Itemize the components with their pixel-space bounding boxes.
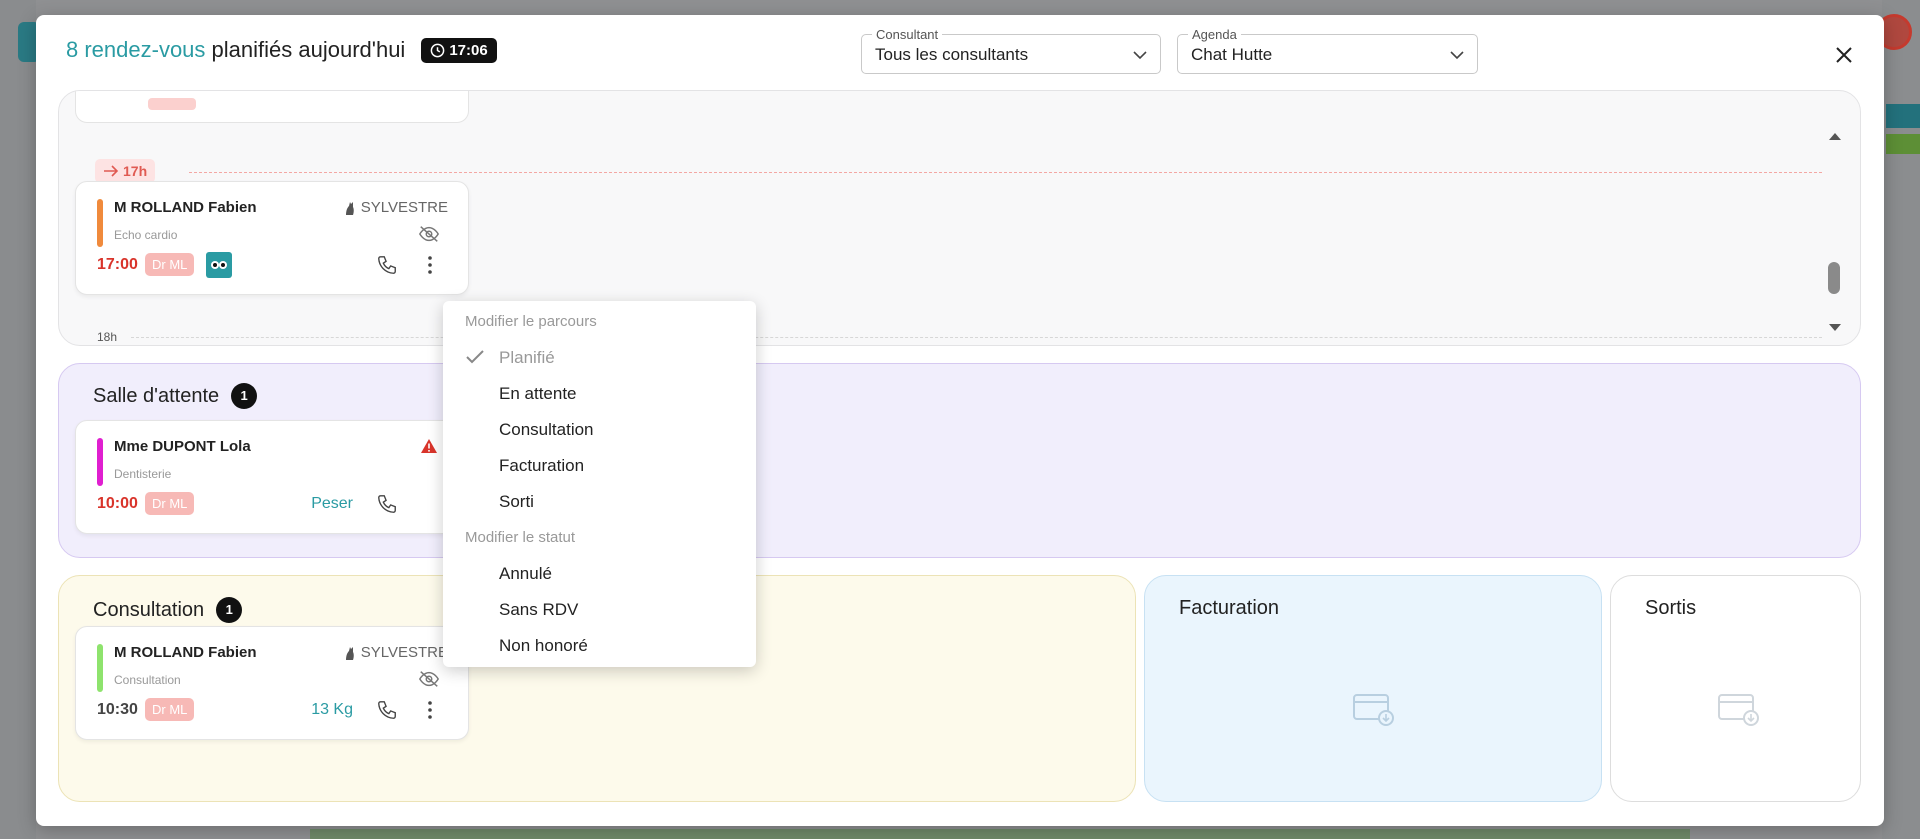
appointment-type: Consultation [114, 673, 181, 687]
doctor-badge: Dr ML [145, 492, 195, 515]
eye-off-icon[interactable] [418, 669, 440, 689]
more-vertical-icon[interactable] [426, 255, 434, 275]
more-vertical-icon[interactable] [426, 700, 434, 720]
appointment-time: 10:30 [97, 701, 138, 718]
agenda-label: Agenda [1188, 27, 1241, 42]
background-bottom-strip [310, 829, 1690, 839]
panel-title: Facturation [1179, 597, 1280, 619]
owner-name: SYLVESTRE [360, 644, 448, 661]
phone-icon[interactable] [376, 493, 398, 515]
daily-appointments-modal: 8 rendez-vous planifiés aujourd'hui 17:0… [36, 15, 1884, 826]
appointment-time: 17:00 [97, 256, 138, 273]
owner: SYLVESTRE [343, 199, 448, 216]
arrow-right-icon [104, 165, 119, 177]
background-teal-button [1886, 104, 1920, 128]
hour-label-17: 17h [123, 163, 148, 179]
background-green-button [1886, 134, 1920, 154]
check-icon [466, 350, 484, 364]
status-bar [97, 644, 103, 692]
menu-section-statut: Modifier le statut [465, 529, 576, 546]
consultant-value: Tous les consultants [875, 45, 1029, 64]
panel-title: Salle d'attente [93, 384, 220, 407]
exited-panel[interactable]: Sortis [1610, 575, 1861, 802]
menu-item-annule[interactable]: Annulé [499, 564, 552, 584]
doctor-badge: Dr ML [145, 253, 195, 276]
previous-appointment-card[interactable] [75, 91, 469, 123]
menu-item-en-attente[interactable]: En attente [499, 384, 577, 404]
drop-zone-icon [1718, 694, 1759, 726]
scroll-up-icon[interactable] [1828, 131, 1842, 141]
robot-icon [206, 252, 232, 278]
eye-off-icon[interactable] [418, 224, 440, 244]
patient-name: M ROLLAND Fabien [114, 644, 257, 661]
menu-item-consultation[interactable]: Consultation [499, 420, 594, 440]
hour-marker-17: 17h [95, 159, 156, 183]
appointment-time: 10:00 [97, 495, 138, 512]
waiting-room-title: Salle d'attente 1 [93, 383, 258, 409]
scrollbar-thumb[interactable] [1828, 262, 1840, 294]
close-icon[interactable] [1834, 45, 1854, 65]
panel-title: Consultation [93, 598, 205, 621]
menu-item-sans-rdv[interactable]: Sans RDV [499, 600, 578, 620]
count-badge: 1 [231, 383, 258, 409]
consultant-select[interactable]: Consultant Tous les consultants [861, 27, 1161, 74]
menu-section-parcours: Modifier le parcours [465, 313, 597, 330]
weigh-button[interactable]: Peser [311, 495, 353, 513]
cat-icon [345, 201, 354, 215]
clock-icon [430, 43, 445, 57]
count-badge: 1 [216, 597, 243, 623]
title-rest: planifiés aujourd'hui [205, 37, 406, 62]
doctor-badge: Dr ML [145, 698, 195, 721]
warning-icon [421, 439, 437, 453]
menu-item-facturation[interactable]: Facturation [499, 456, 584, 476]
waiting-room-panel: Salle d'attente 1 Mme DUPONT Lola Dentis… [58, 363, 1861, 558]
status-bar [97, 438, 103, 486]
patient-name: M ROLLAND Fabien [114, 199, 257, 216]
hour-line-18 [131, 337, 1822, 338]
phone-icon[interactable] [376, 254, 398, 276]
status-bar [97, 199, 103, 247]
hour-label-18: 18h [97, 330, 118, 344]
patient-name: Mme DUPONT Lola [114, 438, 251, 455]
appointment-card[interactable]: Mme DUPONT Lola Dentisterie 10:00 Dr ML … [75, 420, 469, 534]
patient-weight: 13 Kg [311, 701, 353, 718]
owner-name: SYLVESTRE [360, 199, 448, 216]
modal-header: 8 rendez-vous planifiés aujourd'hui 17:0… [66, 37, 497, 63]
appointment-card[interactable]: M ROLLAND Fabien SYLVESTRE Consultation … [75, 626, 469, 740]
doctor-badge [148, 98, 196, 110]
consultation-title: Consultation 1 [93, 597, 243, 623]
drop-zone-icon [1353, 694, 1394, 726]
billing-panel[interactable]: Facturation [1144, 575, 1602, 802]
agenda-value: Chat Hutte [1191, 45, 1273, 64]
appointment-count: 8 rendez-vous [66, 37, 206, 62]
appointment-card[interactable]: M ROLLAND Fabien SYLVESTRE Echo cardio 1… [75, 181, 469, 295]
cat-icon [345, 646, 354, 660]
background-sidebar [0, 0, 36, 839]
menu-item-non-honore[interactable]: Non honoré [499, 636, 588, 656]
appointment-type: Dentisterie [114, 467, 172, 481]
appointment-type: Echo cardio [114, 228, 178, 242]
current-time-badge: 17:06 [421, 37, 497, 63]
menu-item-planifie[interactable]: Planifié [499, 348, 555, 368]
agenda-select[interactable]: Agenda Chat Hutte [1177, 27, 1478, 74]
timeline-panel[interactable]: 17h M ROLLAND Fabien SYLVESTRE Echo card… [58, 90, 1861, 346]
owner: SYLVESTRE [343, 644, 448, 661]
current-time-line [189, 172, 1822, 173]
panel-title: Sortis [1645, 597, 1697, 619]
page-title: 8 rendez-vous planifiés aujourd'hui [66, 37, 405, 63]
context-menu: Modifier le parcours Planifié En attente… [443, 301, 756, 667]
consultant-label: Consultant [872, 27, 943, 42]
current-time: 17:06 [449, 41, 488, 59]
chevron-down-icon [1133, 51, 1147, 60]
phone-icon[interactable] [376, 699, 398, 721]
chevron-down-icon [1450, 51, 1464, 60]
scroll-down-icon[interactable] [1828, 323, 1842, 333]
menu-item-sorti[interactable]: Sorti [499, 492, 534, 512]
